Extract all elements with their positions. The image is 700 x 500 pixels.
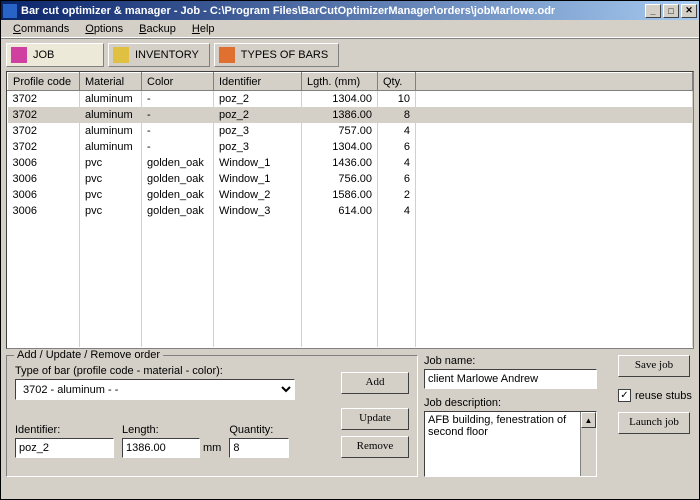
table-row[interactable]: 3702aluminum-poz_31304.006 [8, 139, 693, 155]
save-job-button[interactable]: Save job [618, 355, 690, 377]
table-row-empty [8, 331, 693, 347]
tab-types-of-bars[interactable]: TYPES OF BARS [214, 43, 339, 67]
col-header[interactable]: Profile code [8, 73, 80, 91]
table-row-empty [8, 315, 693, 331]
title-bar: Bar cut optimizer & manager - Job - C:\P… [1, 1, 699, 20]
app-icon [3, 4, 17, 18]
table-row[interactable]: 3702aluminum-poz_21304.0010 [8, 91, 693, 107]
group-title: Add / Update / Remove order [14, 349, 163, 361]
col-header[interactable]: Material [80, 73, 142, 91]
reuse-stubs-label: reuse stubs [635, 390, 692, 402]
table-row[interactable]: 3702aluminum-poz_3757.004 [8, 123, 693, 139]
table-row-empty [8, 219, 693, 235]
type-select[interactable]: 3702 - aluminum - - [15, 379, 295, 400]
scroll-up-icon[interactable]: ▲ [581, 412, 596, 428]
tab-bar: JOBINVENTORYTYPES OF BARS [1, 38, 699, 71]
job-name-input[interactable] [424, 369, 597, 389]
update-button[interactable]: Update [341, 408, 409, 430]
close-button[interactable]: ✕ [681, 4, 697, 18]
table-row[interactable]: 3006pvcgolden_oakWindow_3614.004 [8, 203, 693, 219]
identifier-label: Identifier: [15, 424, 114, 436]
length-unit: mm [203, 442, 221, 454]
col-header[interactable]: Qty. [378, 73, 416, 91]
reuse-stubs-checkbox[interactable]: ✓ reuse stubs [618, 389, 692, 402]
tab-inventory[interactable]: INVENTORY [108, 43, 210, 67]
table-row[interactable]: 3006pvcgolden_oakWindow_1756.006 [8, 171, 693, 187]
order-grid[interactable]: Profile codeMaterialColorIdentifierLgth.… [6, 71, 694, 349]
checkbox-icon: ✓ [618, 389, 631, 402]
job-desc-textarea[interactable] [425, 412, 580, 476]
col-header[interactable]: Lgth. (mm) [302, 73, 378, 91]
window-title: Bar cut optimizer & manager - Job - C:\P… [21, 5, 645, 17]
table-row-empty [8, 267, 693, 283]
inventory-icon [113, 47, 129, 63]
length-input[interactable] [122, 438, 200, 458]
table-row[interactable]: 3006pvcgolden_oakWindow_21586.002 [8, 187, 693, 203]
job-icon [11, 47, 27, 63]
length-label: Length: [122, 424, 221, 436]
table-row-empty [8, 283, 693, 299]
textarea-scrollbar[interactable]: ▲ [580, 412, 596, 476]
types of bars-icon [219, 47, 235, 63]
menu-options[interactable]: Options [77, 22, 131, 36]
launch-job-button[interactable]: Launch job [618, 412, 690, 434]
add-button[interactable]: Add [341, 372, 409, 394]
table-row[interactable]: 3702aluminum-poz_21386.008 [8, 107, 693, 123]
order-edit-group: Add / Update / Remove order Type of bar … [6, 355, 418, 477]
tab-job[interactable]: JOB [6, 43, 104, 67]
minimize-button[interactable]: _ [645, 4, 661, 18]
quantity-input[interactable] [229, 438, 289, 458]
remove-button[interactable]: Remove [341, 436, 409, 458]
job-desc-label: Job description: [424, 397, 610, 409]
menu-backup[interactable]: Backup [131, 22, 184, 36]
identifier-input[interactable] [15, 438, 114, 458]
quantity-label: Quantity: [229, 424, 289, 436]
type-label: Type of bar (profile code - material - c… [15, 365, 331, 377]
table-row-empty [8, 235, 693, 251]
table-row-empty [8, 251, 693, 267]
maximize-button[interactable]: □ [663, 4, 679, 18]
col-header[interactable]: Identifier [214, 73, 302, 91]
menu-help[interactable]: Help [184, 22, 223, 36]
table-row-empty [8, 299, 693, 315]
job-name-label: Job name: [424, 355, 610, 367]
table-row[interactable]: 3006pvcgolden_oakWindow_11436.004 [8, 155, 693, 171]
menu-commands[interactable]: Commands [5, 22, 77, 36]
col-header[interactable]: Color [142, 73, 214, 91]
menu-bar: CommandsOptionsBackupHelp [1, 20, 699, 38]
